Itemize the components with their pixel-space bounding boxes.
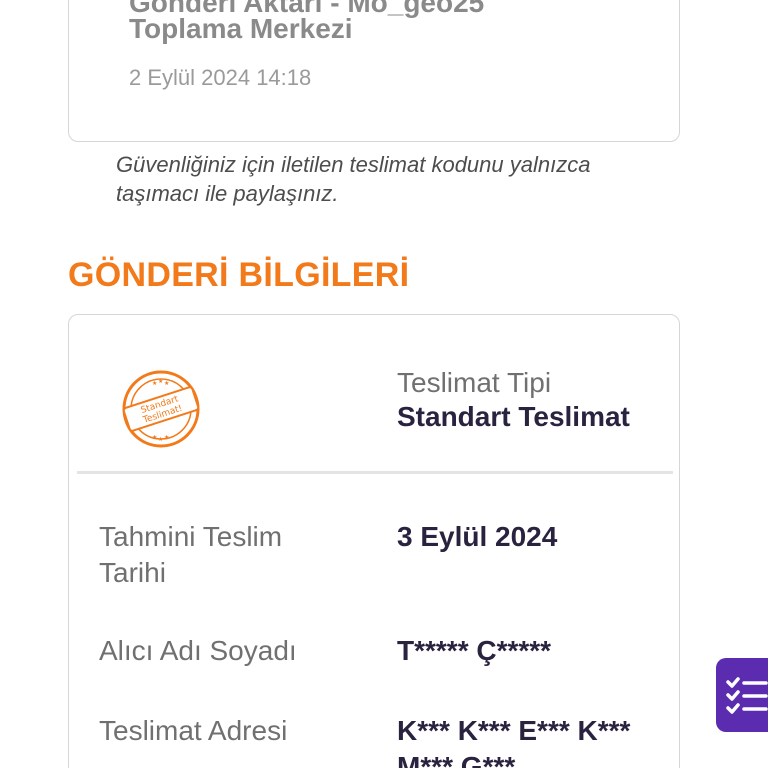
divider bbox=[77, 471, 673, 474]
delivery-address-label: Teslimat Adresi bbox=[99, 715, 288, 746]
estimated-delivery-label: Tahmini Teslim Tarihi bbox=[99, 521, 283, 588]
section-title: GÖNDERİ BİLGİLERİ bbox=[68, 256, 410, 294]
standard-delivery-stamp-icon: ★ ★ ★ ★ ★ ★ Standart Teslimat! bbox=[122, 370, 200, 448]
estimated-delivery-value: 3 Eylül 2024 bbox=[397, 521, 558, 552]
tracking-event-card: Gönderi Aktarı - Mo_geo25 Toplama Merkez… bbox=[68, 0, 680, 142]
tracking-event-location: Toplama Merkezi bbox=[129, 13, 353, 44]
svg-text:★: ★ bbox=[158, 436, 163, 443]
recipient-name-value: T***** Ç***** bbox=[397, 635, 552, 666]
delivery-address-value: K*** K*** E*** K*** M*** G*** bbox=[397, 715, 631, 768]
svg-text:★: ★ bbox=[164, 380, 169, 387]
delivery-type-value: Standart Teslimat bbox=[397, 401, 630, 432]
svg-text:★: ★ bbox=[152, 380, 157, 387]
checklist-icon bbox=[726, 677, 768, 714]
svg-text:★: ★ bbox=[152, 434, 157, 441]
recipient-name-label: Alıcı Adı Soyadı bbox=[99, 635, 297, 666]
security-note: Güvenliğiniz için iletilen teslimat kodu… bbox=[116, 152, 591, 206]
page: Gönderi Aktarı - Mo_geo25 Toplama Merkez… bbox=[0, 0, 768, 768]
delivery-type-label: Teslimat Tipi bbox=[397, 367, 552, 398]
shipment-info-card: ★ ★ ★ ★ ★ ★ Standart Teslimat! Teslimat Tipi… bbox=[68, 314, 680, 768]
svg-text:★: ★ bbox=[164, 434, 169, 441]
svg-text:★: ★ bbox=[158, 378, 163, 385]
tracking-event-timestamp: 2 Eylül 2024 14:18 bbox=[129, 65, 312, 90]
checklist-button[interactable] bbox=[716, 658, 768, 732]
